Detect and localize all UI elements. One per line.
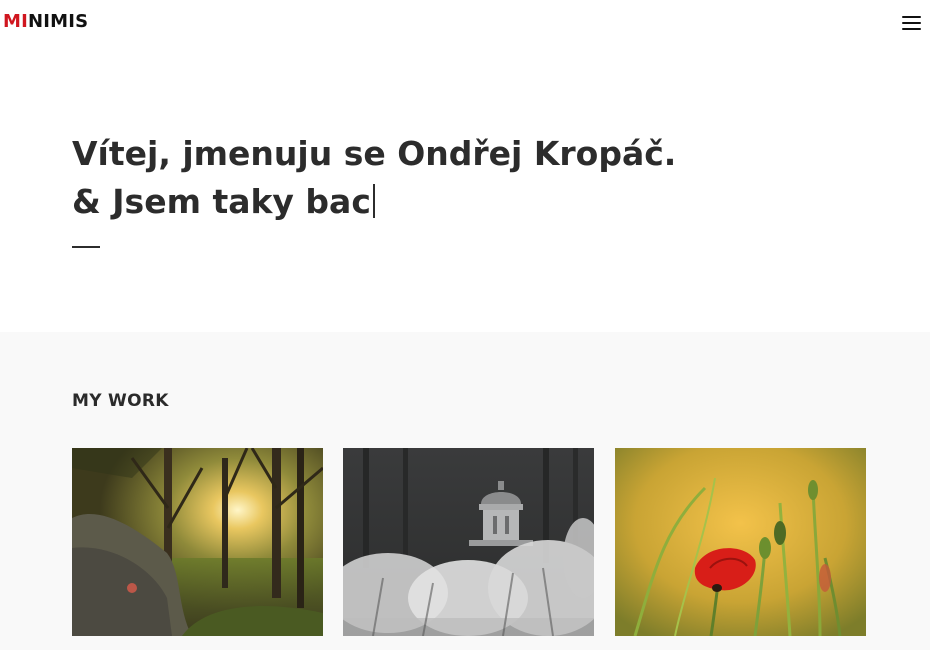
- misty-domed-mausoleum-photo: [343, 448, 594, 636]
- hero-section: Vítej, jmenuju se Ondřej Kropáč. & Jsem …: [0, 46, 930, 332]
- typed-text: & Jsem taky bac: [72, 182, 371, 221]
- forest-sunset-rocks-photo: [72, 448, 323, 636]
- logo-accent: MI: [3, 11, 29, 32]
- logo-text: NIMIS: [28, 11, 89, 32]
- portfolio-item-mausoleum[interactable]: [343, 448, 594, 636]
- typing-cursor: [372, 184, 375, 218]
- hero-heading-line-1: Vítej, jmenuju se Ondřej Kropáč.: [72, 134, 677, 173]
- portfolio-item-forest[interactable]: [72, 448, 323, 636]
- site-logo[interactable]: MINIMIS: [3, 11, 88, 33]
- red-poppy-meadow-photo: [615, 448, 866, 636]
- menu-bar: [902, 22, 921, 24]
- work-section: MY WORK: [0, 332, 930, 650]
- hamburger-menu-icon[interactable]: [902, 15, 922, 31]
- portfolio-item-poppy[interactable]: [615, 448, 866, 636]
- menu-bar: [902, 28, 921, 30]
- section-title: MY WORK: [72, 391, 169, 411]
- menu-bar: [902, 16, 921, 18]
- site-header: MINIMIS: [0, 0, 930, 46]
- hero-heading-line-2: & Jsem taky bac: [72, 182, 375, 222]
- hero-divider: [72, 246, 100, 248]
